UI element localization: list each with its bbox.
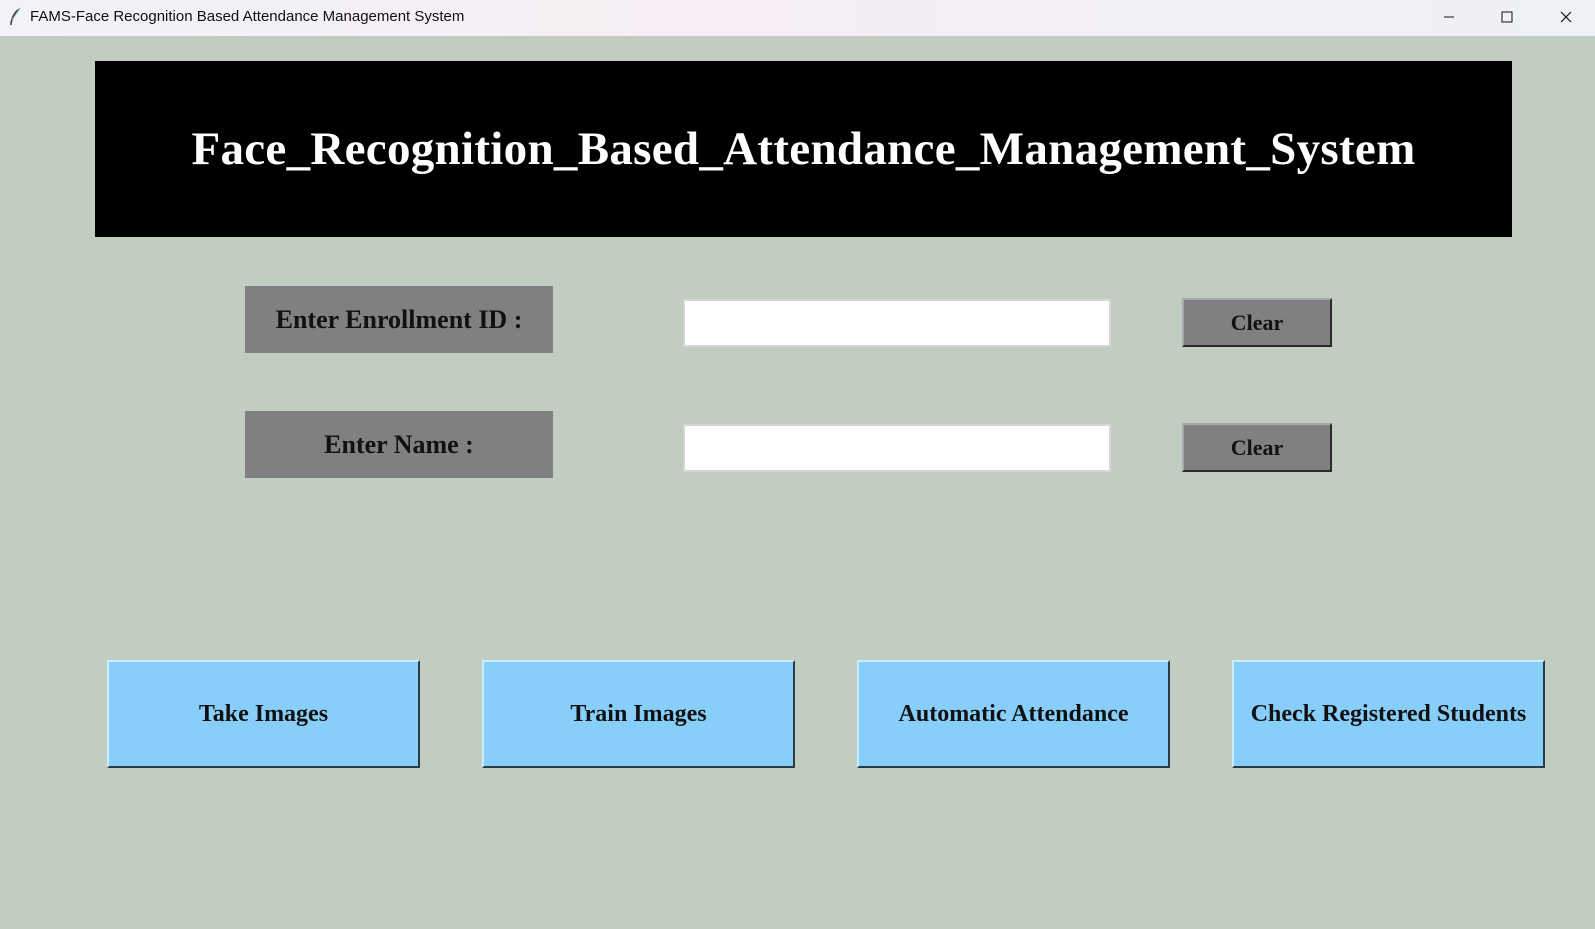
take-images-button[interactable]: Take Images [107,660,420,768]
feather-icon [7,7,23,27]
automatic-attendance-button[interactable]: Automatic Attendance [857,660,1170,768]
close-button[interactable] [1537,0,1595,36]
clear-name-button[interactable]: Clear [1182,423,1332,472]
clear-enrollment-button[interactable]: Clear [1182,298,1332,347]
enrollment-id-input[interactable] [683,299,1111,347]
page-title: Face_Recognition_Based_Attendance_Manage… [191,123,1416,175]
close-icon [1560,10,1572,27]
train-images-button[interactable]: Train Images [482,660,795,768]
header-banner: Face_Recognition_Based_Attendance_Manage… [95,61,1512,237]
name-input[interactable] [683,424,1111,472]
window-title: FAMS-Face Recognition Based Attendance M… [30,8,465,25]
name-label: Enter Name : [245,411,553,478]
minimize-icon [1443,10,1455,27]
enrollment-id-label: Enter Enrollment ID : [245,286,553,353]
maximize-button[interactable] [1478,0,1536,36]
title-bar: FAMS-Face Recognition Based Attendance M… [0,0,1595,36]
check-registered-students-button[interactable]: Check Registered Students [1232,660,1545,768]
maximize-icon [1501,10,1513,27]
minimize-button[interactable] [1420,0,1478,36]
